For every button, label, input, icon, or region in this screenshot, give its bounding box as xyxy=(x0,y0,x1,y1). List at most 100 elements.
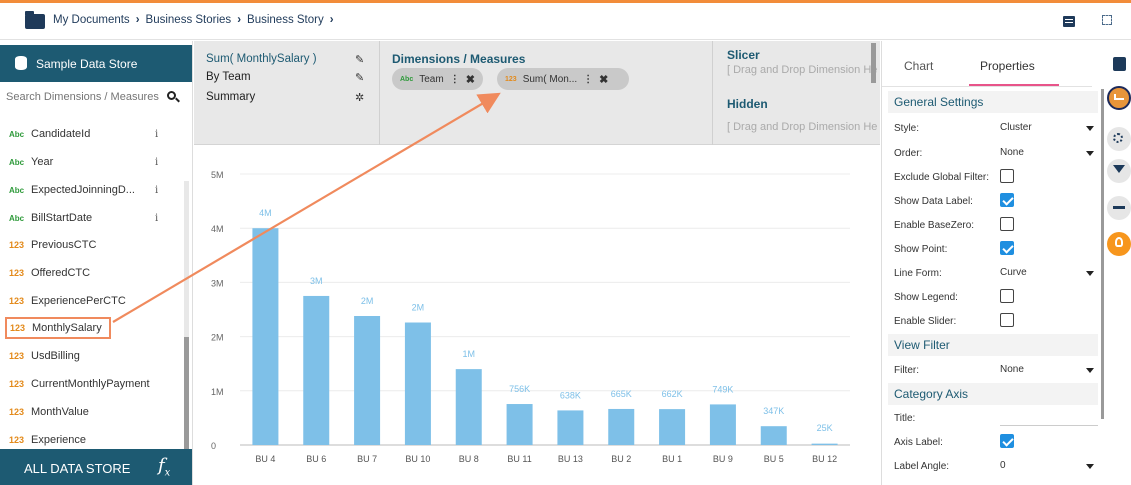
bar[interactable] xyxy=(659,409,686,445)
dimension-pill-team[interactable]: Abc Team ⋮ ✖ xyxy=(392,68,483,90)
chevron-down-icon[interactable] xyxy=(1086,271,1094,276)
x-tick-label: BU 12 xyxy=(812,454,837,464)
field-item[interactable]: 123 ExperiencePerCTC xyxy=(0,290,184,312)
insight-button[interactable] xyxy=(1107,232,1131,256)
bar[interactable] xyxy=(354,316,381,445)
data-label: 2M xyxy=(412,303,425,313)
section-general-settings[interactable]: General Settings xyxy=(888,91,1098,113)
property-dropdown[interactable]: None xyxy=(1000,147,1098,158)
close-icon[interactable]: ✖ xyxy=(599,73,608,86)
pencil-icon[interactable]: ✎ xyxy=(355,53,364,66)
scrollbar-thumb[interactable] xyxy=(871,43,876,83)
chevron-down-icon[interactable] xyxy=(1086,151,1094,156)
settings-button[interactable] xyxy=(1107,127,1131,151)
field-item[interactable]: 123 Experience xyxy=(0,429,184,451)
bar[interactable] xyxy=(608,408,635,445)
x-tick-label: BU 9 xyxy=(713,454,733,464)
section-view-filter[interactable]: View Filter xyxy=(888,334,1098,356)
formula-icon[interactable]: fx xyxy=(158,455,170,479)
field-item[interactable]: Abc BillStartDate i xyxy=(0,207,184,229)
measure-label[interactable]: Sum( MonthlySalary ) xyxy=(206,53,317,65)
slicer-drop-zone[interactable]: [ Drag and Drop Dimension Here ] xyxy=(727,64,877,77)
more-icon[interactable]: ⋮ xyxy=(583,74,593,85)
breadcrumb-separator-icon: › xyxy=(329,14,334,26)
group-by-label[interactable]: By Team xyxy=(206,71,251,83)
bar[interactable] xyxy=(506,404,533,445)
tab-chart[interactable]: Chart xyxy=(904,59,933,73)
property-label: Label Angle: xyxy=(894,461,950,472)
property-dropdown[interactable]: 0 xyxy=(1000,460,1098,471)
info-icon[interactable]: i xyxy=(155,157,158,168)
more-icon[interactable]: ⋮ xyxy=(450,74,460,85)
all-data-store-button[interactable]: ALL DATA STORE fx xyxy=(0,449,192,485)
filter-icon xyxy=(1113,165,1125,173)
pill-label: Sum( Mon... xyxy=(522,73,578,85)
field-item[interactable]: Abc CandidateId i xyxy=(0,123,184,145)
filter-button[interactable] xyxy=(1107,159,1131,183)
property-checkbox[interactable] xyxy=(1000,241,1014,255)
data-label: 665K xyxy=(611,389,632,399)
bar[interactable] xyxy=(811,443,838,445)
chart-properties-button[interactable] xyxy=(1107,86,1131,110)
chevron-down-icon[interactable] xyxy=(1086,126,1094,131)
gear-icon[interactable]: ✲ xyxy=(355,91,364,104)
property-dropdown[interactable]: Cluster xyxy=(1000,122,1098,133)
property-dropdown[interactable]: None xyxy=(1000,364,1098,375)
property-text-input[interactable] xyxy=(1000,425,1098,426)
breadcrumb-item-business-stories[interactable]: Business Stories xyxy=(146,14,232,26)
field-item[interactable]: Abc Year i xyxy=(0,151,184,173)
search-icon[interactable] xyxy=(167,91,176,100)
field-item[interactable]: 123 PreviousCTC xyxy=(0,234,184,256)
info-icon[interactable]: i xyxy=(155,129,158,140)
data-store-header[interactable]: Sample Data Store xyxy=(0,45,192,82)
property-checkbox[interactable] xyxy=(1000,289,1014,303)
folder-icon[interactable] xyxy=(25,11,45,29)
field-item[interactable]: 123 UsdBilling xyxy=(0,345,184,367)
bar[interactable] xyxy=(404,322,431,445)
search-input[interactable] xyxy=(0,87,170,107)
field-item[interactable]: Abc ExpectedJoinningD... i xyxy=(0,179,184,201)
bar[interactable] xyxy=(303,295,330,445)
property-checkbox[interactable] xyxy=(1000,313,1014,327)
comment-icon[interactable] xyxy=(1063,16,1075,27)
summary-label[interactable]: Summary xyxy=(206,91,255,103)
chevron-down-icon[interactable] xyxy=(1086,464,1094,469)
field-item[interactable]: 123 MonthlySalary xyxy=(5,317,111,339)
text-type-icon: Abc xyxy=(400,75,414,83)
field-item[interactable]: 123 OfferedCTC xyxy=(0,262,184,284)
save-button[interactable] xyxy=(1107,53,1131,77)
bar[interactable] xyxy=(252,228,279,445)
bar[interactable] xyxy=(709,404,736,445)
field-item[interactable]: 123 CurrentMonthlyPayment xyxy=(0,373,184,395)
expand-icon[interactable] xyxy=(1102,15,1112,25)
info-icon[interactable]: i xyxy=(155,213,158,224)
breadcrumb-item-my-documents[interactable]: My Documents xyxy=(53,14,130,26)
hidden-drop-zone[interactable]: [ Drag and Drop Dimension Here ] xyxy=(727,121,877,134)
close-icon[interactable]: ✖ xyxy=(466,73,475,86)
dimensions-measures-title: Dimensions / Measures xyxy=(392,52,526,66)
save-icon xyxy=(1113,57,1126,71)
section-category-axis[interactable]: Category Axis xyxy=(888,383,1098,405)
tab-properties[interactable]: Properties xyxy=(980,59,1035,73)
data-store-panel: Sample Data Store Abc CandidateId i Abc Year… xyxy=(0,41,193,485)
breadcrumb-item-business-story[interactable]: Business Story xyxy=(247,14,324,26)
property-checkbox[interactable] xyxy=(1000,434,1014,448)
property-checkbox[interactable] xyxy=(1000,169,1014,183)
back-button[interactable] xyxy=(1107,196,1131,220)
bar[interactable] xyxy=(455,369,482,445)
property-checkbox[interactable] xyxy=(1000,193,1014,207)
chevron-down-icon[interactable] xyxy=(1086,368,1094,373)
info-icon[interactable]: i xyxy=(155,185,158,196)
property-dropdown[interactable]: Curve xyxy=(1000,267,1098,278)
field-item[interactable]: 123 MonthValue xyxy=(0,401,184,423)
pencil-icon[interactable]: ✎ xyxy=(355,71,364,84)
x-tick-label: BU 7 xyxy=(357,454,377,464)
measure-pill-sum[interactable]: 123 Sum( Mon... ⋮ ✖ xyxy=(497,68,629,90)
number-type-icon: 123 xyxy=(9,296,25,306)
bar[interactable] xyxy=(760,426,787,445)
property-checkbox[interactable] xyxy=(1000,217,1014,231)
bar[interactable] xyxy=(557,410,584,445)
measure-shelf: Sum( MonthlySalary ) ✎ By Team ✎ Summary… xyxy=(194,41,380,145)
data-label: 2M xyxy=(361,296,374,306)
text-type-icon: Abc xyxy=(9,129,25,139)
